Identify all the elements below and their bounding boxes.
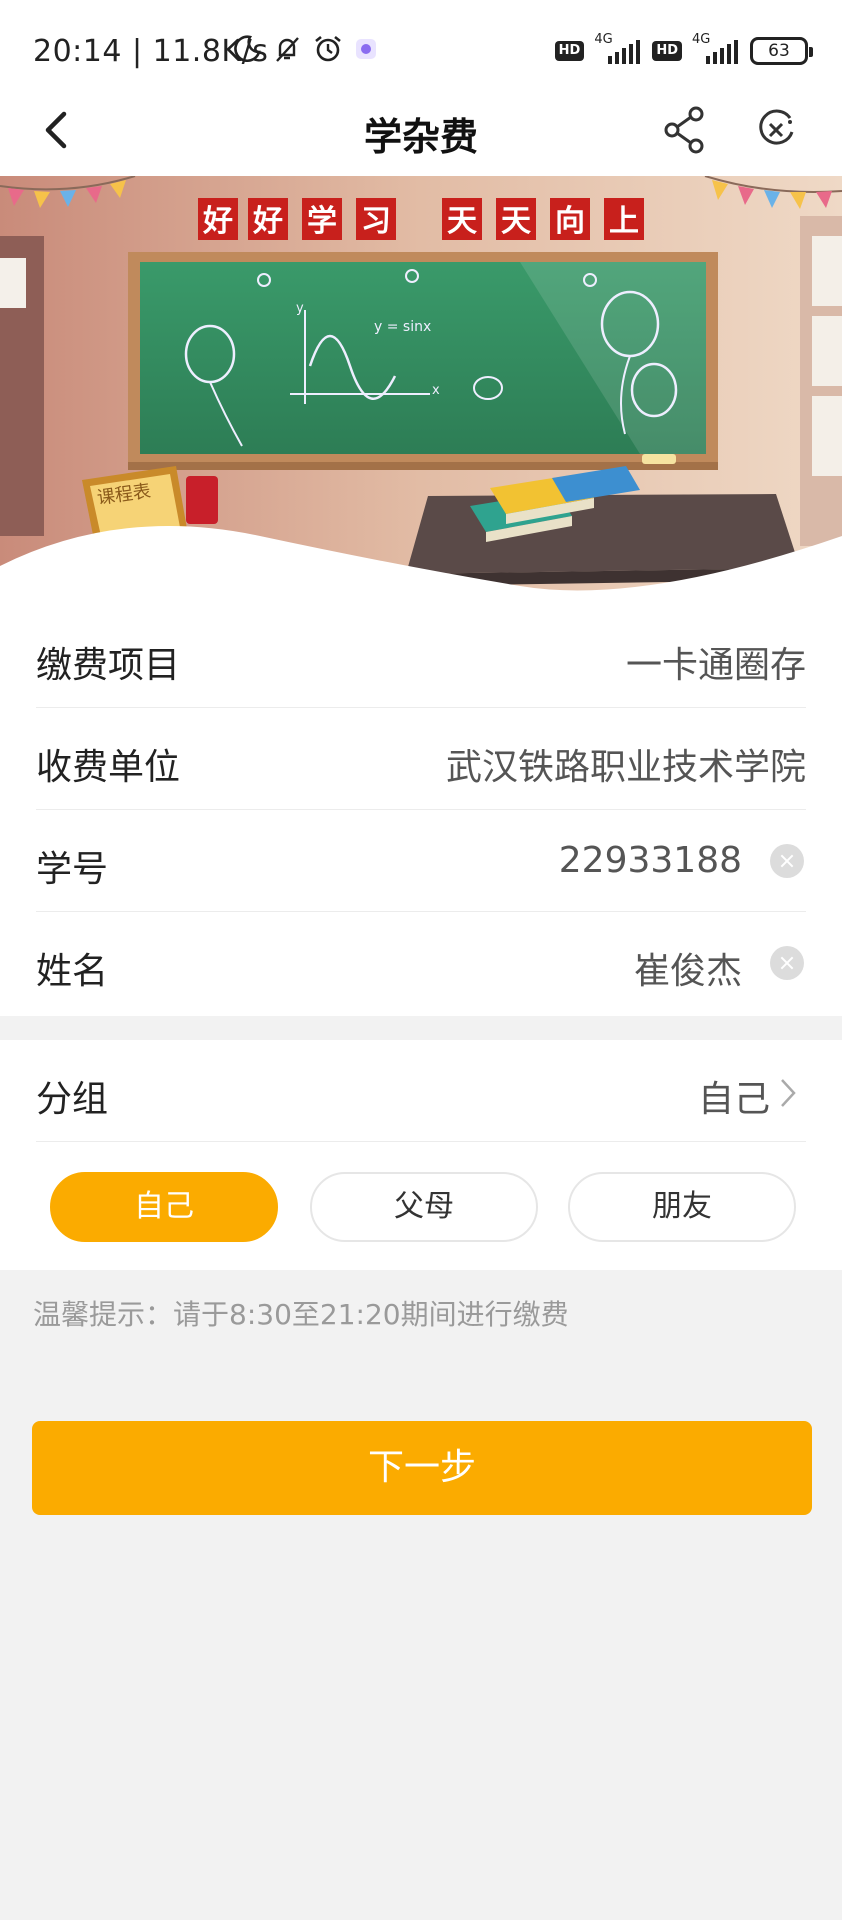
option-self-button[interactable]: 自己	[50, 1172, 278, 1242]
nav-bar: 学杂费	[0, 100, 842, 176]
slogan-char: 学	[307, 204, 337, 239]
clear-icon[interactable]	[770, 844, 804, 878]
group-card: 分组 自己 自己 父母 朋友	[0, 1040, 842, 1270]
slogan-char: 天	[501, 204, 531, 239]
axis-x-label: x	[432, 383, 440, 398]
student-id-label: 学号	[36, 849, 109, 890]
slogan-char: 好	[202, 204, 233, 239]
payment-item-value: 一卡通圈存	[625, 645, 806, 686]
payment-info-card: 缴费项目 一卡通圈存 收费单位 武汉铁路职业技术学院 学号 22933188 姓…	[0, 606, 842, 1016]
slogan-char: 天	[447, 204, 477, 239]
slogan-char: 好	[252, 204, 283, 239]
name-field[interactable]: 崔俊杰	[634, 942, 742, 994]
hd-badge: HD	[554, 41, 585, 61]
hd-badge: HD	[652, 41, 682, 61]
signal-4g-2: 4G	[692, 32, 740, 66]
group-select-row[interactable]: 分组 自己	[36, 1040, 806, 1142]
student-id-row[interactable]: 学号 22933188	[36, 810, 806, 912]
share-icon[interactable]	[660, 102, 710, 158]
signal-icon	[608, 40, 641, 64]
page-title: 学杂费	[363, 115, 478, 159]
alarm-icon	[315, 35, 341, 62]
payee-row: 收费单位 武汉铁路职业技术学院	[36, 708, 806, 810]
payee-value: 武汉铁路职业技术学院	[445, 747, 806, 788]
payee-label: 收费单位	[36, 747, 181, 788]
section-divider	[0, 1016, 842, 1040]
chevron-right-icon	[781, 1079, 796, 1107]
next-step-button[interactable]: 下一步	[32, 1421, 812, 1515]
app-notification-icon	[356, 39, 376, 59]
name-label: 姓名	[36, 951, 109, 992]
signal-icon	[706, 40, 738, 64]
status-bar: 20:14 | 11.8K/s HD 4G HD 4G 63	[0, 0, 842, 100]
payment-item-label: 缴费项目	[36, 645, 181, 686]
close-icon[interactable]	[752, 104, 800, 156]
group-options: 自己 父母 朋友	[0, 1172, 842, 1242]
bell-off-icon	[276, 37, 299, 62]
option-parents-button[interactable]: 父母	[310, 1172, 538, 1242]
name-row[interactable]: 姓名 崔俊杰	[36, 912, 806, 1014]
axis-y-label: y	[296, 301, 304, 316]
group-value: 自己	[697, 1079, 770, 1120]
student-id-field[interactable]: 22933188	[559, 840, 742, 881]
payment-item-row: 缴费项目 一卡通圈存	[36, 606, 806, 708]
classroom-banner: x y y = sinx 好 好 学 习 天 天 向 上 课程表	[0, 176, 842, 606]
group-label: 分组	[36, 1079, 109, 1120]
clear-icon[interactable]	[770, 946, 804, 980]
battery-icon: 63	[750, 37, 813, 65]
moon-icon	[234, 35, 261, 62]
slogan-char: 习	[361, 204, 391, 239]
status-icons-left	[232, 34, 378, 64]
slogan-char: 上	[609, 204, 639, 239]
option-friends-button[interactable]: 朋友	[568, 1172, 796, 1242]
slogan-char: 向	[555, 204, 585, 239]
signal-4g-1: 4G	[594, 32, 642, 66]
payment-time-tip: 温馨提示：请于8:30至21:20期间进行缴费	[33, 1298, 569, 1331]
board-formula: y = sinx	[374, 319, 431, 335]
status-icons-right: HD 4G HD 4G 63	[554, 32, 813, 66]
classroom-illustration: x y y = sinx 好 好 学 习 天 天 向 上 课程表	[0, 176, 842, 606]
